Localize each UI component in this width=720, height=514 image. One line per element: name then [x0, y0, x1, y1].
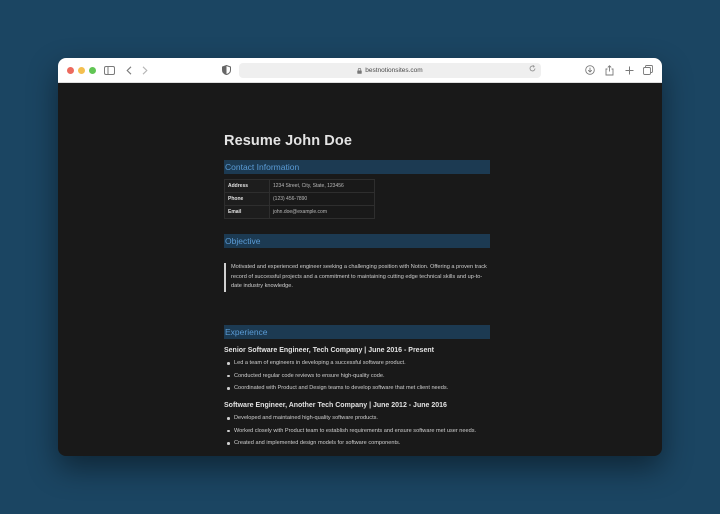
forward-icon[interactable]: [142, 63, 148, 77]
list-item: Developed and maintained high-quality so…: [224, 414, 490, 423]
contact-value: 1234 Street, City, State, 123456: [269, 179, 375, 193]
page-title: Resume John Doe: [224, 133, 352, 149]
contact-label: Address: [224, 179, 270, 193]
list-item: Worked closely with Product team to esta…: [224, 427, 490, 436]
tabs-overview-icon[interactable]: [643, 63, 653, 77]
window-controls: [67, 67, 96, 74]
job-duties-list: Developed and maintained high-quality so…: [224, 414, 490, 452]
address-bar[interactable]: bestnotionsites.com: [239, 63, 541, 78]
back-icon[interactable]: [126, 63, 132, 77]
table-row: Email john.doe@example.com: [224, 205, 375, 219]
privacy-icon[interactable]: [222, 63, 231, 77]
browser-toolbar: bestnotionsites.com: [58, 58, 662, 83]
list-item: Led a team of engineers in developing a …: [224, 359, 490, 368]
page-content: Resume John Doe Contact Information Addr…: [58, 83, 662, 456]
objective-quote: Motivated and experienced engineer seeki…: [224, 263, 490, 292]
table-row: Address 1234 Street, City, State, 123456: [224, 179, 375, 193]
objective-section-heading: Objective: [224, 234, 490, 248]
table-row: Phone (123) 456-7890: [224, 192, 375, 206]
contact-section-heading: Contact Information: [224, 160, 490, 174]
zoom-window-button[interactable]: [89, 67, 96, 74]
contact-table: Address 1234 Street, City, State, 123456…: [224, 179, 375, 219]
url-text: bestnotionsites.com: [365, 67, 423, 74]
minimize-window-button[interactable]: [78, 67, 85, 74]
list-item: Coordinated with Product and Design team…: [224, 384, 490, 393]
contact-label: Phone: [224, 192, 270, 206]
contact-value: john.doe@example.com: [269, 205, 375, 219]
list-item: Conducted regular code reviews to ensure…: [224, 372, 490, 381]
reload-icon[interactable]: [529, 65, 536, 74]
sidebar-icon[interactable]: [104, 63, 115, 77]
download-icon[interactable]: [585, 63, 595, 77]
browser-window: bestnotionsites.com Resume John Doe Cont…: [58, 58, 662, 456]
contact-value: (123) 456-7890: [269, 192, 375, 206]
job-title: Software Engineer, Another Tech Company …: [224, 402, 447, 409]
job-title: Senior Software Engineer, Tech Company |…: [224, 347, 434, 354]
new-tab-icon[interactable]: [625, 63, 634, 77]
share-icon[interactable]: [605, 63, 614, 77]
experience-section-heading: Experience: [224, 325, 490, 339]
lock-icon: [357, 68, 362, 74]
job-duties-list: Led a team of engineers in developing a …: [224, 359, 490, 397]
close-window-button[interactable]: [67, 67, 74, 74]
contact-label: Email: [224, 205, 270, 219]
list-item: Created and implemented design models fo…: [224, 439, 490, 448]
